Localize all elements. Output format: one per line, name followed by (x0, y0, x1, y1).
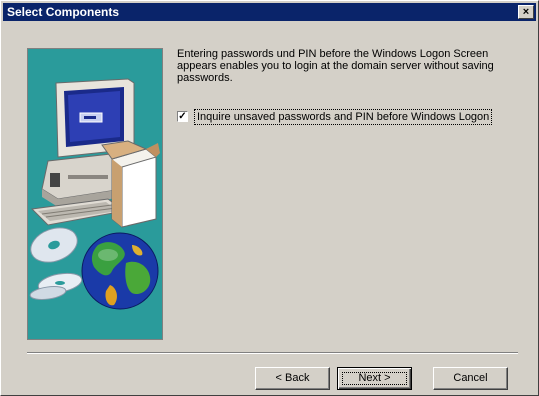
inquire-passwords-checkbox[interactable]: ✓ (177, 111, 188, 122)
wizard-illustration-svg (29, 78, 160, 310)
globe-icon (81, 232, 159, 310)
wizard-illustration (27, 48, 163, 340)
next-button-label: Next > (358, 372, 391, 384)
close-button[interactable]: × (518, 5, 534, 19)
back-button[interactable]: < Back (255, 367, 330, 390)
cancel-button-label: Cancel (453, 372, 488, 384)
cancel-button[interactable]: Cancel (433, 367, 508, 390)
select-components-dialog: Select Components × Entering passwords u… (0, 0, 539, 396)
button-divider (27, 352, 518, 354)
title-bar[interactable]: Select Components × (3, 3, 536, 21)
inquire-passwords-label[interactable]: Inquire unsaved passwords and PIN before… (194, 109, 493, 125)
back-button-label: < Back (275, 372, 310, 384)
next-button[interactable]: Next > (337, 367, 412, 390)
window-title: Select Components (7, 5, 120, 19)
inquire-passwords-option[interactable]: ✓ Inquire unsaved passwords and PIN befo… (177, 109, 522, 125)
close-icon: × (522, 6, 530, 18)
cd-icon (29, 227, 83, 300)
checkmark-icon: ✓ (178, 111, 187, 122)
description-text: Entering passwords und PIN before the Wi… (177, 48, 494, 84)
